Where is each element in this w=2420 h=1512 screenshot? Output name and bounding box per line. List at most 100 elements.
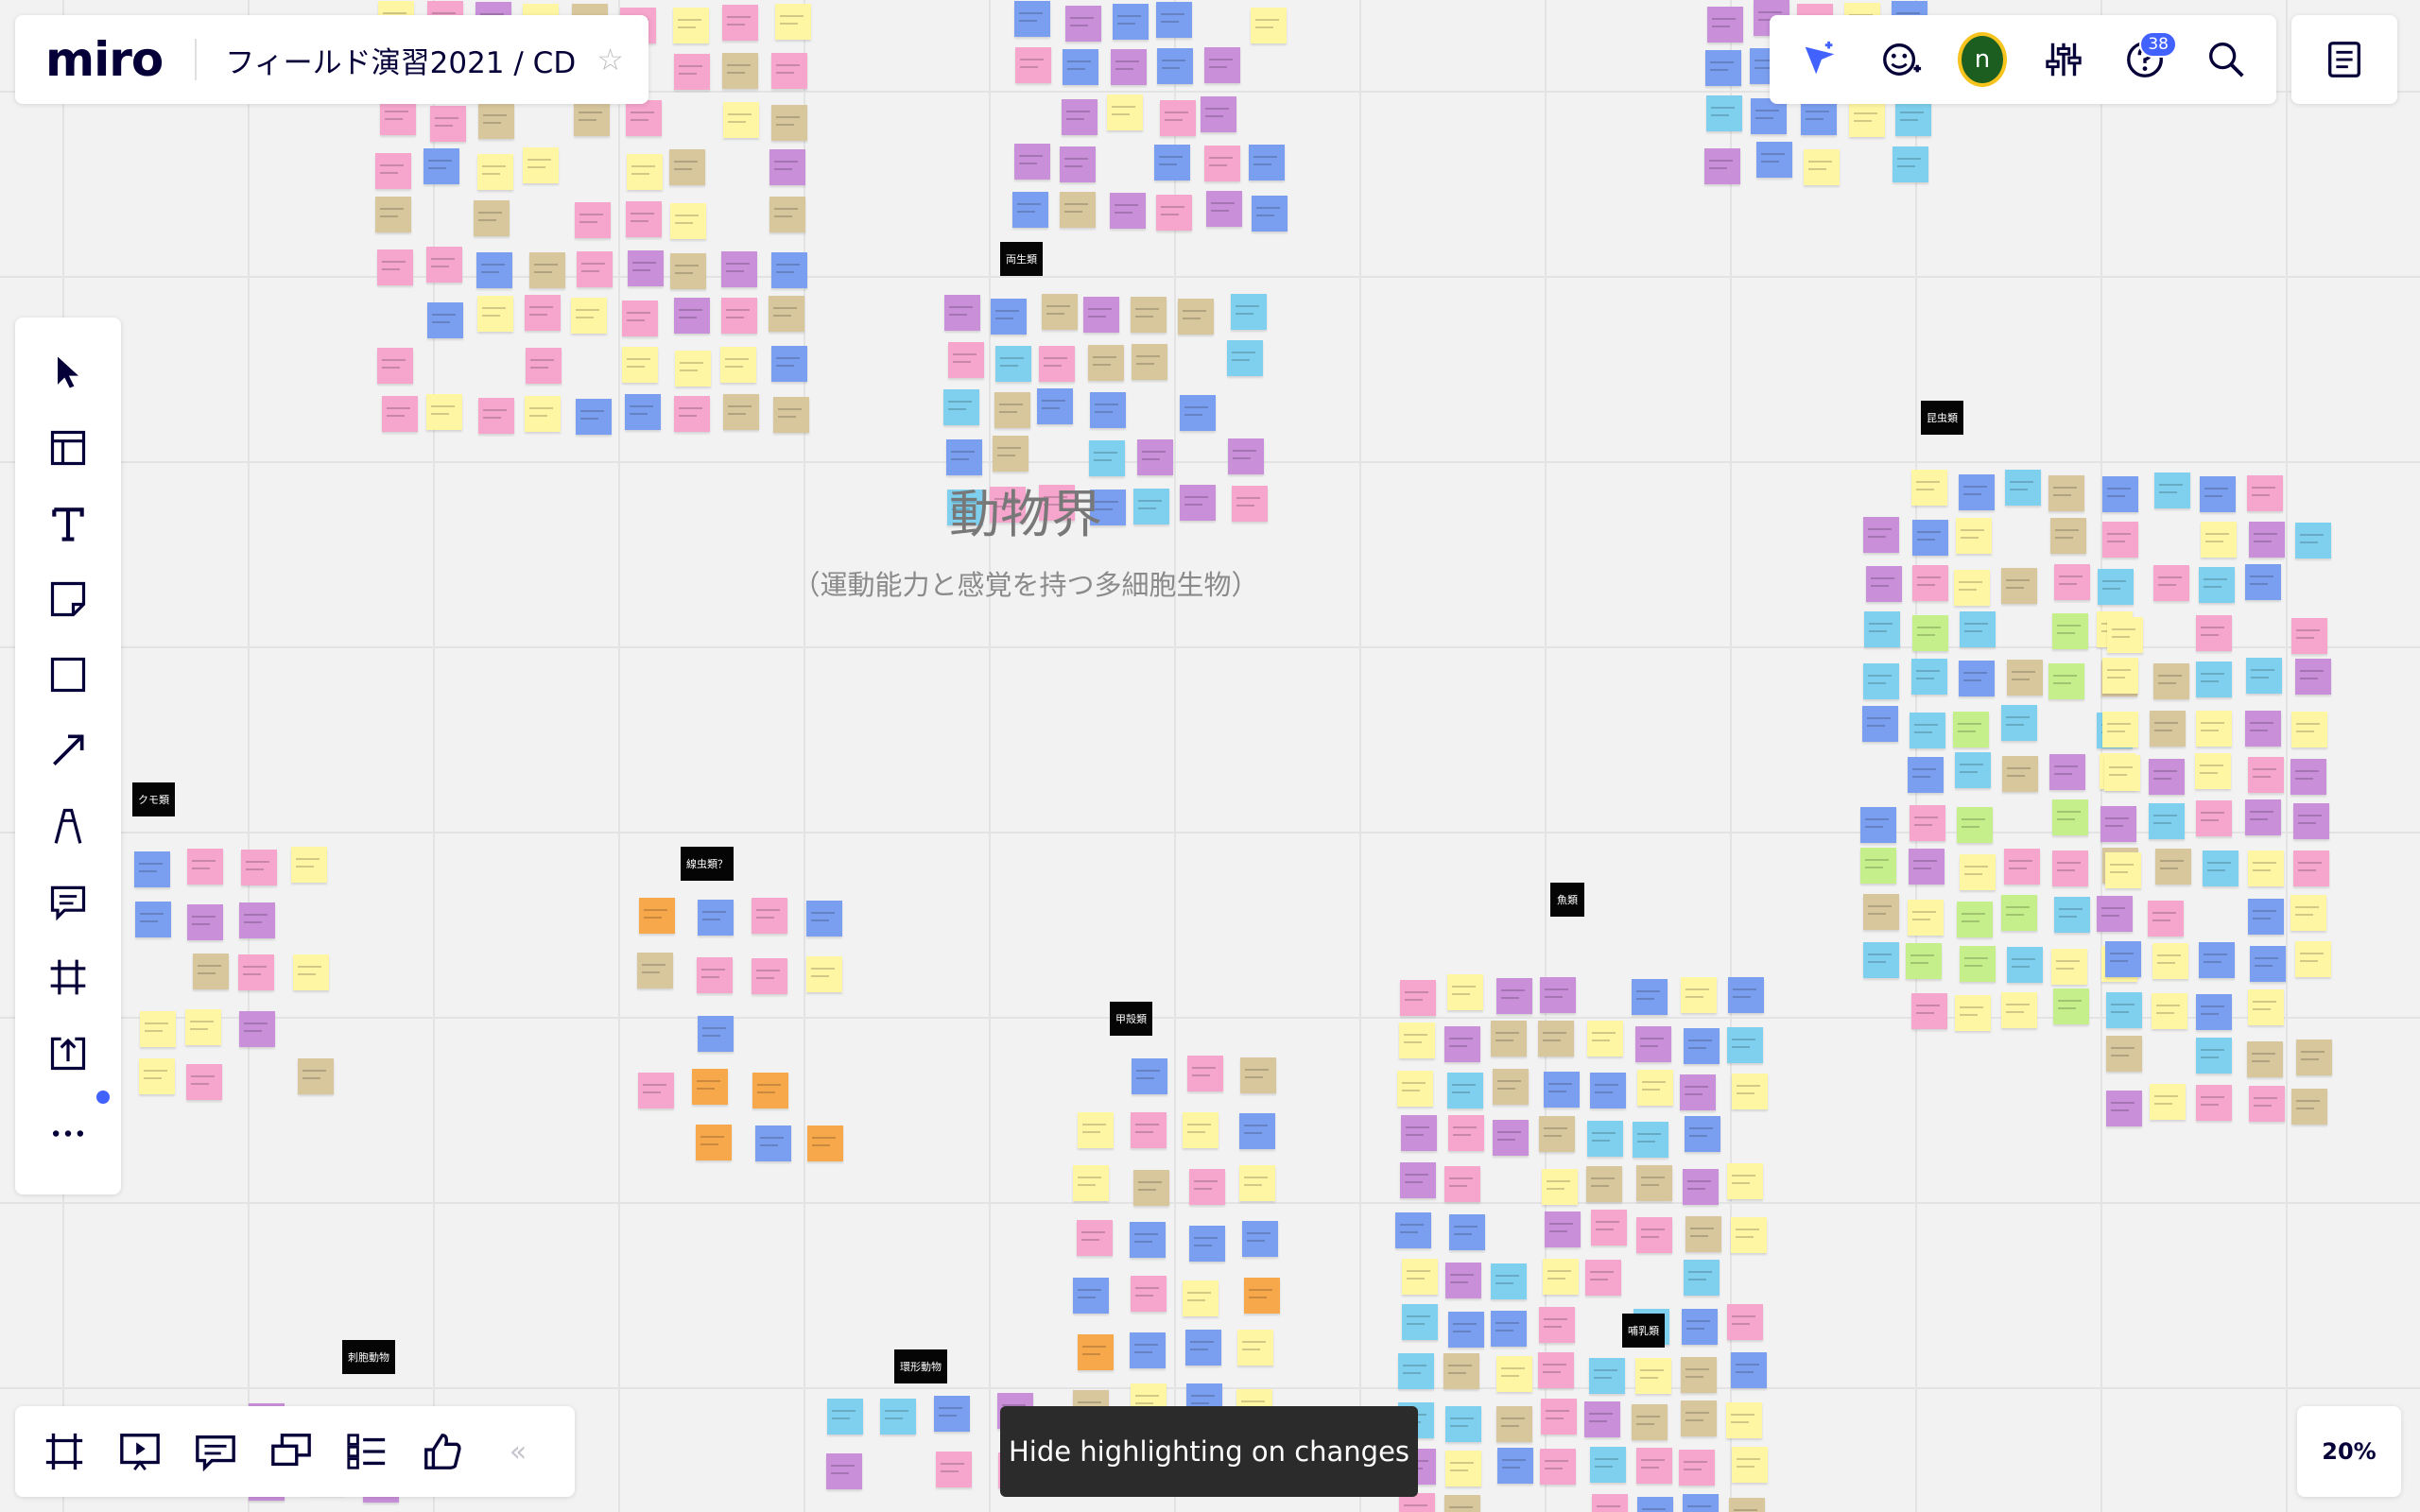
sticky-note[interactable]: [2245, 799, 2281, 835]
sticky-note[interactable]: [1398, 1353, 1434, 1389]
sticky-note[interactable]: [1860, 848, 1896, 884]
sticky-note[interactable]: [2002, 756, 2038, 792]
sticky-note[interactable]: [2097, 896, 2133, 932]
frame-tool[interactable]: [40, 949, 96, 1005]
sticky-note[interactable]: [1959, 474, 1995, 510]
sticky-note[interactable]: [1960, 946, 1996, 982]
presentation-button[interactable]: [112, 1423, 168, 1480]
sticky-note[interactable]: [525, 295, 561, 331]
sticky-note[interactable]: [476, 252, 512, 288]
sticky-note[interactable]: [1185, 1330, 1221, 1366]
sticky-note[interactable]: [1912, 520, 1948, 556]
sticky-note[interactable]: [773, 397, 809, 433]
text-tool[interactable]: [40, 495, 96, 552]
sticky-note[interactable]: [722, 5, 758, 41]
sticky-note[interactable]: [1683, 1494, 1719, 1512]
sticky-note[interactable]: [2148, 901, 2184, 936]
sticky-note[interactable]: [697, 957, 733, 993]
sticky-note[interactable]: [1685, 1116, 1720, 1152]
sticky-note[interactable]: [1447, 1073, 1483, 1108]
sticky-note[interactable]: [1587, 1021, 1623, 1057]
sticky-note[interactable]: [2102, 522, 2138, 558]
sticky-note[interactable]: [1863, 663, 1899, 699]
sticky-note[interactable]: [1493, 1120, 1529, 1156]
sticky-note[interactable]: [2106, 992, 2142, 1028]
screen-share-button[interactable]: [263, 1423, 320, 1480]
sticky-note[interactable]: [1585, 1260, 1621, 1296]
sticky-note[interactable]: [1864, 611, 1900, 647]
sticky-note[interactable]: [380, 99, 416, 135]
sticky-note[interactable]: [1089, 440, 1125, 476]
sticky-note[interactable]: [1731, 1217, 1767, 1253]
sticky-note[interactable]: [1849, 101, 1885, 137]
sticky-note[interactable]: [1545, 1211, 1581, 1247]
sticky-note[interactable]: [1956, 518, 1992, 554]
sticky-note[interactable]: [2293, 850, 2329, 886]
sticky-note[interactable]: [2149, 803, 2185, 839]
sticky-note[interactable]: [571, 298, 607, 334]
sticky-note[interactable]: [2001, 568, 2037, 604]
sticky-note[interactable]: [478, 103, 514, 139]
sticky-note[interactable]: [2196, 800, 2232, 836]
sticky-note[interactable]: [1077, 1220, 1113, 1256]
sticky-note[interactable]: [1681, 1400, 1717, 1436]
sticky-note[interactable]: [1681, 1357, 1717, 1393]
sticky-note[interactable]: [1632, 1404, 1668, 1440]
sticky-note[interactable]: [1187, 1056, 1223, 1091]
sticky-note[interactable]: [2291, 618, 2327, 654]
sticky-note[interactable]: [1591, 1210, 1627, 1246]
sticky-note[interactable]: [1584, 1401, 1620, 1437]
sticky-note[interactable]: [946, 439, 982, 475]
sticky-note[interactable]: [880, 1399, 916, 1435]
help-icon[interactable]: 38: [2120, 31, 2177, 84]
sticky-note[interactable]: [755, 1125, 791, 1161]
sticky-note[interactable]: [2247, 475, 2283, 511]
sticky-note[interactable]: [1242, 1221, 1278, 1257]
sticky-note[interactable]: [1705, 50, 1741, 86]
sticky-note[interactable]: [430, 106, 466, 142]
sticky-note[interactable]: [426, 394, 462, 430]
sticky-note[interactable]: [807, 1125, 843, 1161]
sticky-note[interactable]: [991, 299, 1027, 335]
sticky-note[interactable]: [1445, 1451, 1481, 1486]
sticky-note[interactable]: [1060, 192, 1096, 228]
sticky-note[interactable]: [2196, 1038, 2232, 1074]
sticky-note[interactable]: [1756, 142, 1792, 178]
sticky-note[interactable]: [2100, 806, 2136, 842]
sticky-note[interactable]: [1863, 894, 1899, 930]
sticky-note[interactable]: [1042, 294, 1078, 330]
sticky-note[interactable]: [1679, 1450, 1715, 1486]
sticky-note[interactable]: [1496, 978, 1532, 1014]
sticky-note[interactable]: [1636, 1165, 1672, 1201]
sticky-note[interactable]: [1491, 1021, 1527, 1057]
sticky-note[interactable]: [241, 850, 277, 885]
sticky-note[interactable]: [140, 1011, 176, 1047]
sticky-note[interactable]: [1078, 1334, 1114, 1370]
sticky-note[interactable]: [1706, 95, 1742, 131]
zoom-level[interactable]: 20%: [2297, 1406, 2401, 1497]
sticky-note[interactable]: [1586, 1166, 1622, 1202]
sticky-note[interactable]: [2048, 475, 2084, 511]
sticky-note[interactable]: [1449, 1214, 1485, 1250]
sticky-note[interactable]: [1083, 297, 1119, 333]
sticky-note[interactable]: [2007, 947, 2043, 983]
sticky-note[interactable]: [239, 902, 275, 938]
sticky-note[interactable]: [135, 902, 171, 937]
sticky-note[interactable]: [1491, 1263, 1527, 1299]
sticky-note[interactable]: [1111, 49, 1147, 85]
sticky-note[interactable]: [1137, 439, 1173, 475]
sticky-note[interactable]: [1538, 1021, 1574, 1057]
sticky-note[interactable]: [526, 348, 562, 384]
sticky-note[interactable]: [1684, 1260, 1720, 1296]
sticky-note[interactable]: [1860, 807, 1896, 843]
sticky-note[interactable]: [377, 348, 413, 384]
sticky-note[interactable]: [1063, 49, 1098, 85]
sticky-note[interactable]: [1632, 979, 1668, 1015]
sticky-note[interactable]: [1060, 146, 1096, 182]
sticky-note[interactable]: [1402, 1304, 1438, 1340]
sticky-note[interactable]: [1399, 1022, 1435, 1058]
sticky-note[interactable]: [525, 396, 561, 432]
sticky-note[interactable]: [1497, 1448, 1533, 1484]
sticky-note[interactable]: [2107, 617, 2143, 653]
sticky-note[interactable]: [2247, 1041, 2283, 1077]
